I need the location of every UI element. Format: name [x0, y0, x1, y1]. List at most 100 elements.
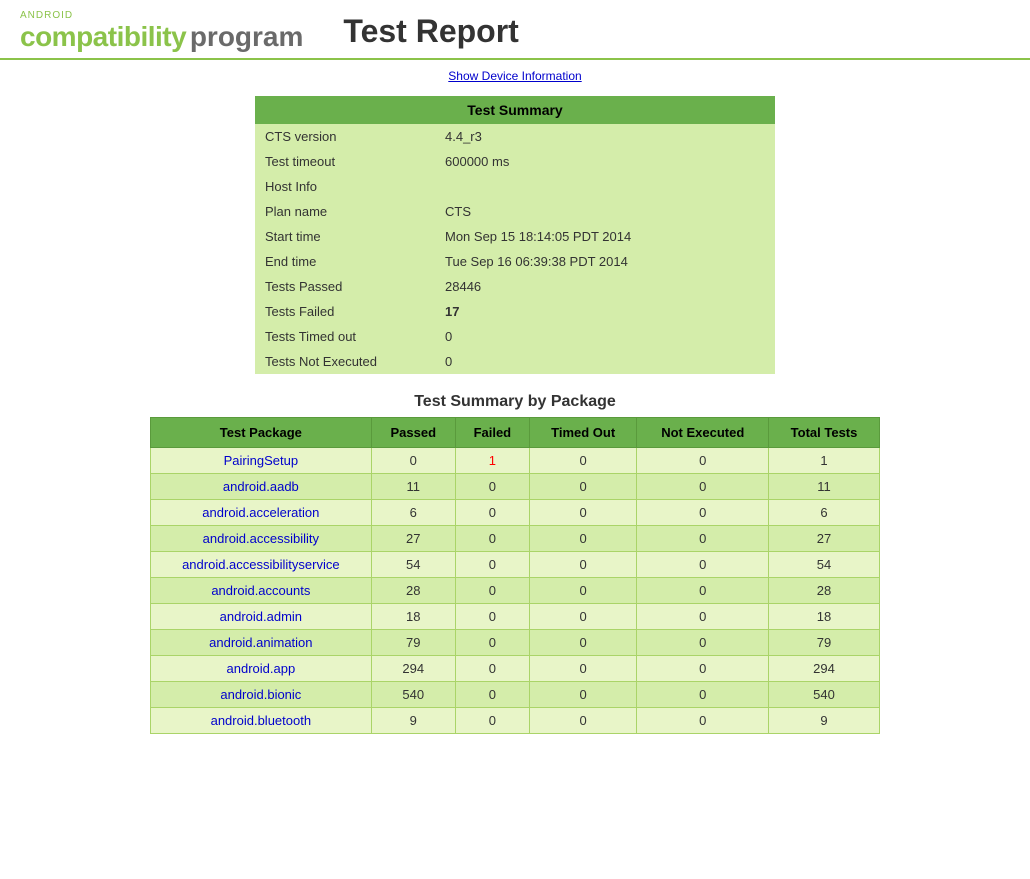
package-link[interactable]: android.aadb [223, 479, 299, 494]
count-cell: 6 [769, 500, 880, 526]
package-col-header: Passed [371, 418, 455, 448]
table-row: android.admin1800018 [151, 604, 880, 630]
logo-area: ANDROID compatibility program [20, 10, 303, 53]
count-cell: 54 [371, 552, 455, 578]
package-name-cell: android.admin [151, 604, 372, 630]
package-name-cell: android.bionic [151, 682, 372, 708]
count-cell: 0 [637, 526, 769, 552]
summary-label: Tests Passed [255, 274, 435, 299]
summary-label: Plan name [255, 199, 435, 224]
package-link[interactable]: PairingSetup [224, 453, 298, 468]
summary-row: Tests Timed out0 [255, 324, 775, 349]
package-link[interactable]: android.acceleration [202, 505, 319, 520]
package-link[interactable]: android.app [227, 661, 296, 676]
failed-cell: 0 [455, 682, 529, 708]
count-cell: 0 [637, 708, 769, 734]
count-cell: 0 [637, 448, 769, 474]
page-header: ANDROID compatibility program Test Repor… [0, 0, 1030, 60]
package-col-header: Not Executed [637, 418, 769, 448]
summary-table: Test Summary CTS version4.4_r3Test timeo… [255, 96, 775, 374]
failed-cell: 0 [455, 552, 529, 578]
count-cell: 0 [637, 682, 769, 708]
count-cell: 11 [769, 474, 880, 500]
summary-label: Start time [255, 224, 435, 249]
count-cell: 9 [371, 708, 455, 734]
table-row: PairingSetup01001 [151, 448, 880, 474]
count-cell: 0 [529, 474, 637, 500]
package-col-header: Timed Out [529, 418, 637, 448]
table-row: android.aadb1100011 [151, 474, 880, 500]
count-cell: 27 [769, 526, 880, 552]
summary-title: Test Summary [255, 96, 775, 124]
count-cell: 18 [371, 604, 455, 630]
table-row: android.bionic540000540 [151, 682, 880, 708]
device-info-link[interactable]: Show Device Information [448, 69, 581, 83]
count-cell: 294 [769, 656, 880, 682]
count-cell: 0 [529, 656, 637, 682]
count-cell: 0 [637, 474, 769, 500]
table-row: android.accessibilityservice5400054 [151, 552, 880, 578]
logo-line: compatibility program [20, 21, 303, 53]
package-link[interactable]: android.admin [220, 609, 302, 624]
package-table-body: PairingSetup01001android.aadb1100011andr… [151, 448, 880, 734]
summary-header-row: Test Summary [255, 96, 775, 124]
package-link[interactable]: android.accessibilityservice [182, 557, 340, 572]
summary-label: Tests Timed out [255, 324, 435, 349]
count-cell: 0 [637, 500, 769, 526]
failed-cell: 0 [455, 656, 529, 682]
summary-label: Tests Not Executed [255, 349, 435, 374]
count-cell: 0 [637, 578, 769, 604]
package-name-cell: android.bluetooth [151, 708, 372, 734]
summary-value: 600000 ms [435, 149, 775, 174]
summary-row: Tests Failed17 [255, 299, 775, 324]
table-row: android.accessibility2700027 [151, 526, 880, 552]
count-cell: 0 [529, 526, 637, 552]
failed-cell: 1 [455, 448, 529, 474]
count-cell: 0 [637, 552, 769, 578]
package-link[interactable]: android.accessibility [203, 531, 319, 546]
count-cell: 1 [769, 448, 880, 474]
package-header-row: Test PackagePassedFailedTimed OutNot Exe… [151, 418, 880, 448]
package-name-cell: android.accessibility [151, 526, 372, 552]
summary-value: 28446 [435, 274, 775, 299]
failed-cell: 0 [455, 708, 529, 734]
count-cell: 18 [769, 604, 880, 630]
table-row: android.bluetooth90009 [151, 708, 880, 734]
package-link[interactable]: android.bluetooth [211, 713, 311, 728]
summary-label: Tests Failed [255, 299, 435, 324]
count-cell: 294 [371, 656, 455, 682]
failed-cell: 0 [455, 500, 529, 526]
count-cell: 28 [769, 578, 880, 604]
package-table: Test PackagePassedFailedTimed OutNot Exe… [150, 417, 880, 734]
summary-row: End timeTue Sep 16 06:39:38 PDT 2014 [255, 249, 775, 274]
package-name-cell: PairingSetup [151, 448, 372, 474]
summary-row: Plan nameCTS [255, 199, 775, 224]
package-link[interactable]: android.animation [209, 635, 312, 650]
summary-label: Host Info [255, 174, 435, 199]
package-section-title: Test Summary by Package [0, 379, 1030, 417]
count-cell: 0 [529, 448, 637, 474]
count-cell: 0 [637, 656, 769, 682]
package-link[interactable]: android.accounts [211, 583, 310, 598]
table-row: android.acceleration60006 [151, 500, 880, 526]
failed-cell: 0 [455, 526, 529, 552]
count-cell: 9 [769, 708, 880, 734]
summary-row: CTS version4.4_r3 [255, 124, 775, 149]
summary-value: 0 [435, 349, 775, 374]
count-cell: 0 [371, 448, 455, 474]
count-cell: 0 [529, 578, 637, 604]
device-info-section: Show Device Information [0, 60, 1030, 91]
count-cell: 540 [371, 682, 455, 708]
android-label: ANDROID [20, 10, 303, 21]
count-cell: 79 [769, 630, 880, 656]
summary-wrapper: Test Summary CTS version4.4_r3Test timeo… [0, 96, 1030, 374]
package-col-header: Total Tests [769, 418, 880, 448]
count-cell: 540 [769, 682, 880, 708]
package-link[interactable]: android.bionic [220, 687, 301, 702]
failed-cell: 0 [455, 604, 529, 630]
summary-row: Host Info [255, 174, 775, 199]
package-name-cell: android.aadb [151, 474, 372, 500]
table-row: android.app294000294 [151, 656, 880, 682]
count-cell: 0 [529, 630, 637, 656]
count-cell: 0 [529, 604, 637, 630]
